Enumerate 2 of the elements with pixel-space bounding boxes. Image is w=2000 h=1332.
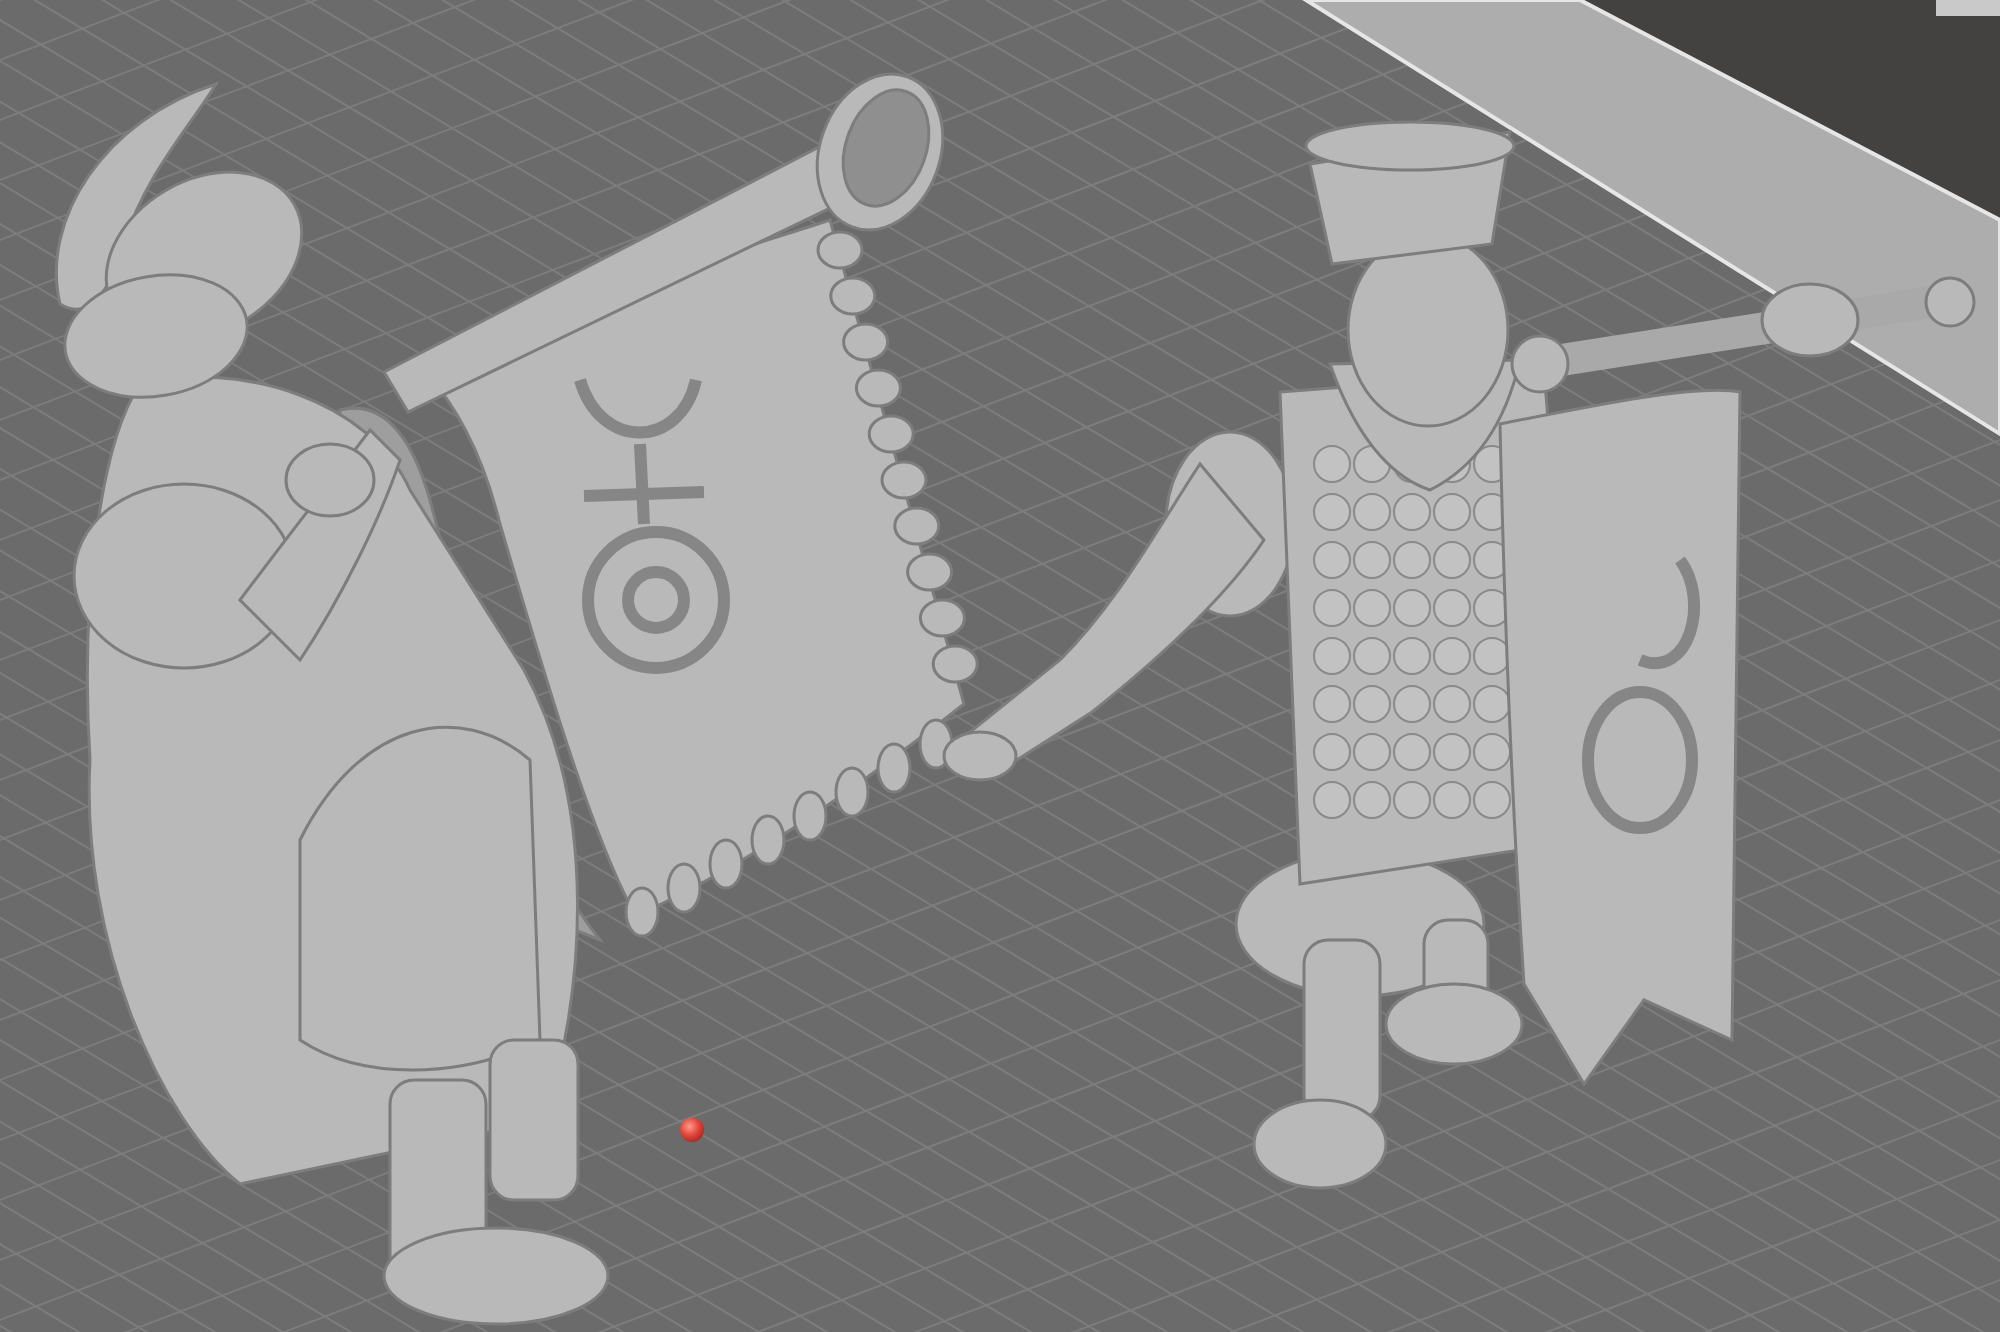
- point-marker-icon: [680, 1118, 704, 1142]
- overlay-tag: [1936, 0, 2000, 16]
